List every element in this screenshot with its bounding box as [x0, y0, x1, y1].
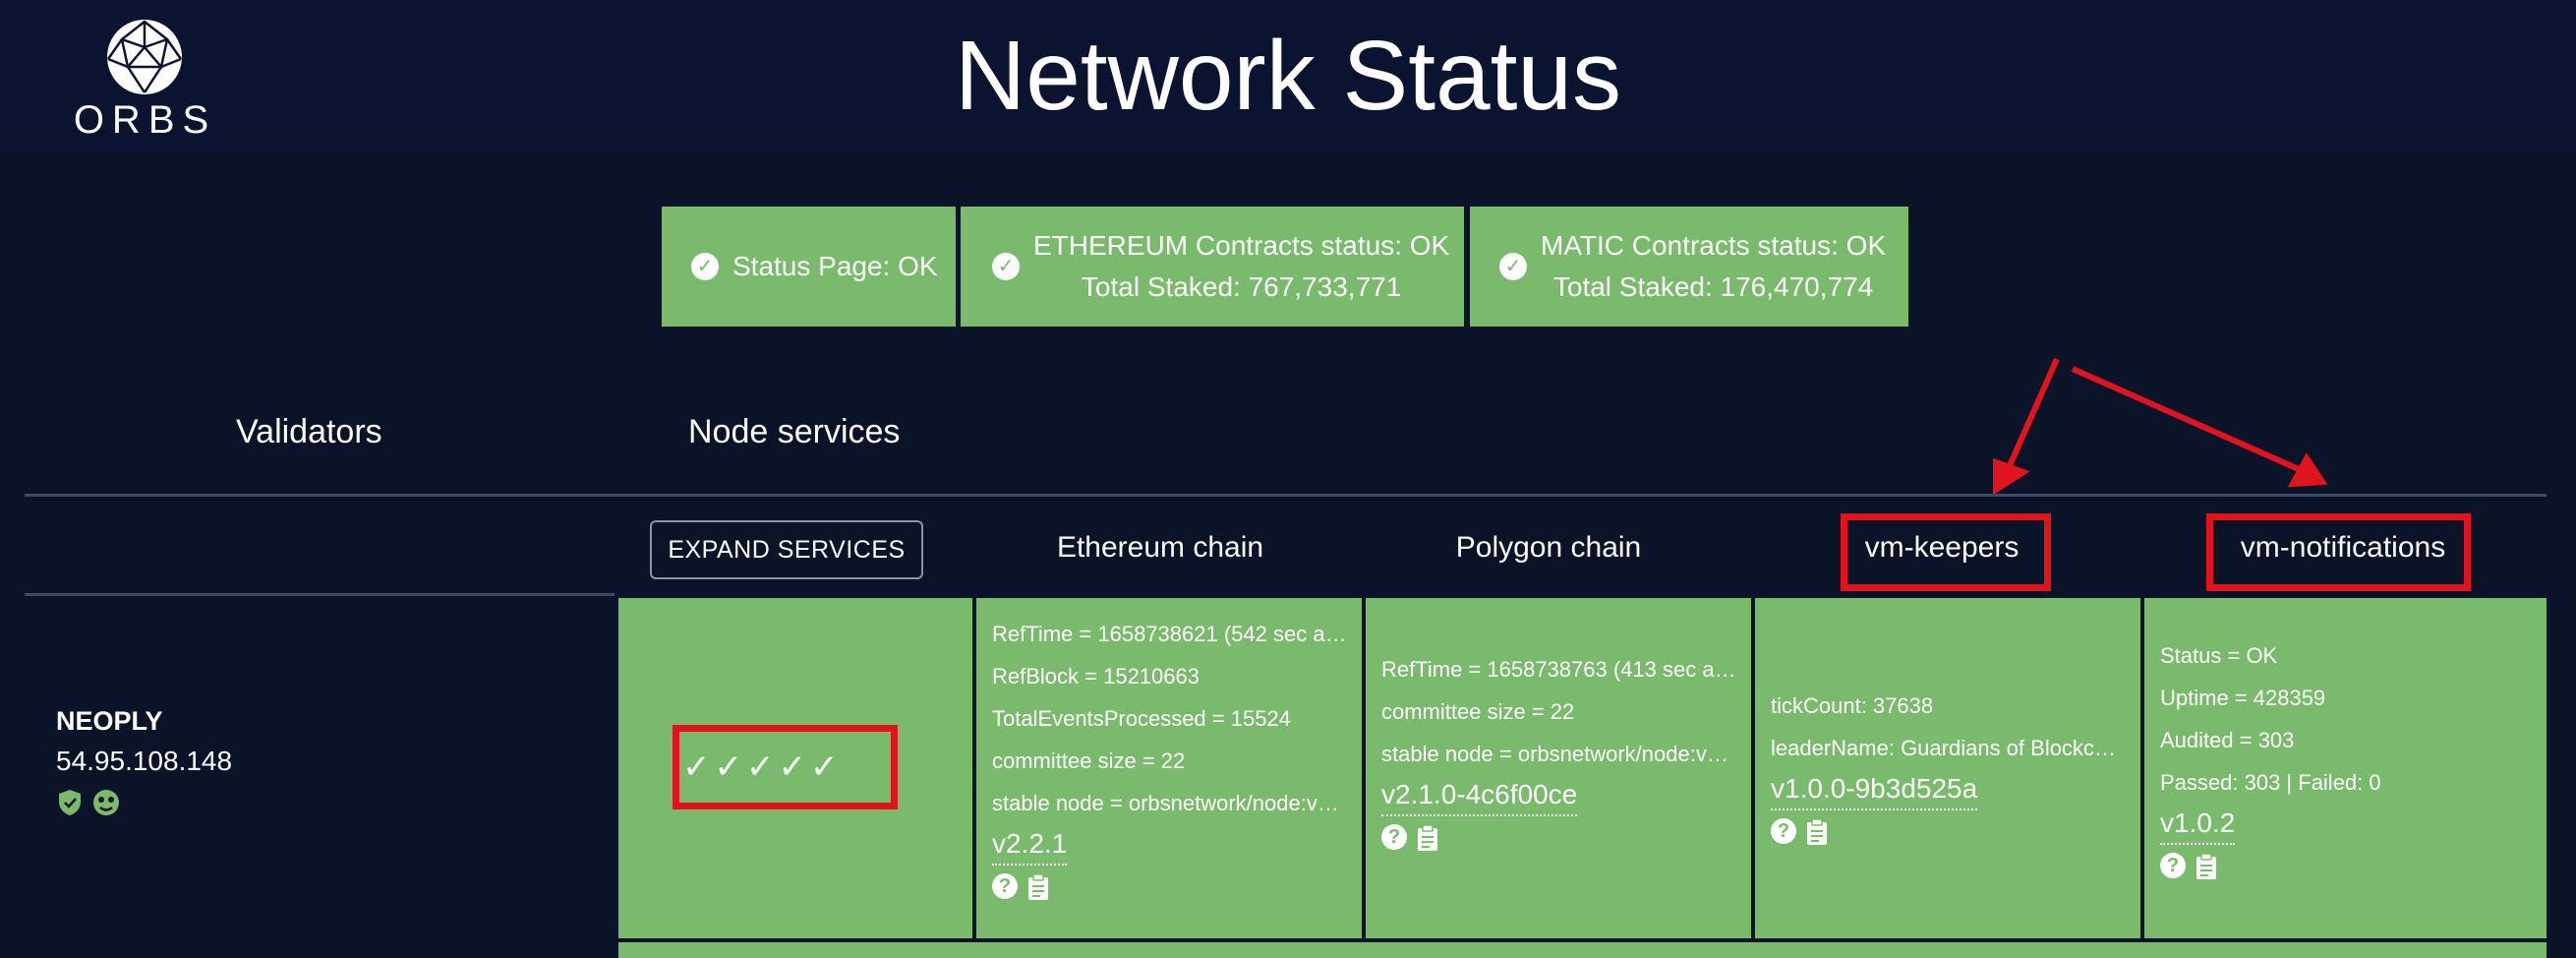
ethereum-committee: committee size = 22: [992, 748, 1186, 773]
notifications-uptime: Uptime = 428359: [2160, 686, 2326, 710]
polygon-reftime: RefTime = 1658738763 (413 sec ago): [1381, 657, 1736, 682]
shield-icon: [59, 790, 81, 815]
vm-keepers-cell: tickCount: 37638 leaderName: Guardians o…: [1755, 598, 2140, 938]
notifications-version-link[interactable]: v1.0.2: [2160, 804, 2236, 845]
help-icon[interactable]: ?: [1771, 818, 1796, 844]
highlight-vm-notifications: [2206, 513, 2471, 591]
status-line: ETHEREUM Contracts status: OK: [1033, 230, 1450, 261]
check-circle-icon: ✓: [691, 253, 719, 280]
expand-services-button[interactable]: EXPAND SERVICES: [650, 520, 923, 579]
row-divider: [25, 593, 615, 596]
keepers-tickcount: tickCount: 37638: [1771, 693, 1934, 718]
next-row-cell: [618, 942, 2547, 958]
ethereum-refblock: RefBlock = 15210663: [992, 664, 1200, 689]
status-card-matic: ✓ MATIC Contracts status: OK Total Stake…: [1470, 207, 1908, 327]
node-services-column-header: Node services: [688, 413, 901, 450]
check-circle-icon: ✓: [1499, 253, 1527, 280]
clipboard-icon[interactable]: [2195, 853, 2217, 880]
page-title: Network Status: [954, 21, 1622, 131]
header-bar: ORBS Network Status: [0, 0, 2576, 152]
polygon-version-link[interactable]: v2.1.0-4c6f00ce: [1381, 775, 1578, 816]
status-line: Status Page: OK: [732, 251, 938, 281]
clipboard-icon[interactable]: [1806, 818, 1828, 846]
highlight-vm-keepers: [1841, 513, 2051, 591]
header-divider: [25, 494, 2547, 497]
vm-notifications-cell: Status = OK Uptime = 428359 Audited = 30…: [2144, 598, 2547, 938]
notifications-passed: Passed: 303 | Failed: 0: [2160, 770, 2381, 795]
status-line: Total Staked: 176,470,774: [1552, 271, 1874, 302]
polygon-chain-cell: RefTime = 1658738763 (413 sec ago) commi…: [1366, 598, 1751, 938]
status-line: Total Staked: 767,733,771: [1081, 271, 1402, 302]
ethereum-chain-cell: RefTime = 1658738621 (542 sec ago) RefBl…: [976, 598, 1362, 938]
ethereum-version-link[interactable]: v2.2.1: [992, 824, 1068, 866]
polygon-stable-node: stable node = orbsnetwork/node:v2.1.0: [1381, 742, 1736, 766]
service-header-ethereum: Ethereum chain: [1056, 531, 1264, 564]
emoji-icon: [93, 790, 119, 815]
validators-column-header: Validators: [236, 413, 382, 450]
clipboard-icon[interactable]: [1417, 824, 1438, 852]
notifications-audited: Audited = 303: [2160, 728, 2295, 752]
ethereum-stable-node: stable node = orbsnetwork/node:v2.2.1: [992, 791, 1347, 815]
clipboard-icon[interactable]: [1027, 873, 1049, 901]
notifications-status: Status = OK: [2160, 643, 2278, 668]
help-icon[interactable]: ?: [992, 873, 1018, 899]
highlight-service-checks: [673, 725, 898, 809]
ethereum-reftime: RefTime = 1658738621 (542 sec ago): [992, 622, 1347, 646]
status-card-page: ✓ Status Page: OK: [662, 207, 956, 327]
check-circle-icon: ✓: [992, 253, 1020, 280]
keepers-version-link[interactable]: v1.0.0-9b3d525a: [1771, 769, 1978, 810]
status-card-ethereum: ✓ ETHEREUM Contracts status: OK Total St…: [961, 207, 1464, 327]
polygon-committee: committee size = 22: [1381, 699, 1575, 724]
help-icon[interactable]: ?: [2160, 853, 2186, 878]
keepers-leader: leaderName: Guardians of Blockchain: [1771, 736, 2126, 760]
help-icon[interactable]: ?: [1381, 824, 1407, 850]
validator-name[interactable]: NEOPLY: [56, 706, 163, 737]
ethereum-events: TotalEventsProcessed = 15524: [992, 706, 1291, 731]
validator-ip: 54.95.108.148: [56, 746, 233, 776]
status-line: MATIC Contracts status: OK: [1541, 230, 1887, 261]
service-header-polygon: Polygon chain: [1455, 531, 1642, 564]
